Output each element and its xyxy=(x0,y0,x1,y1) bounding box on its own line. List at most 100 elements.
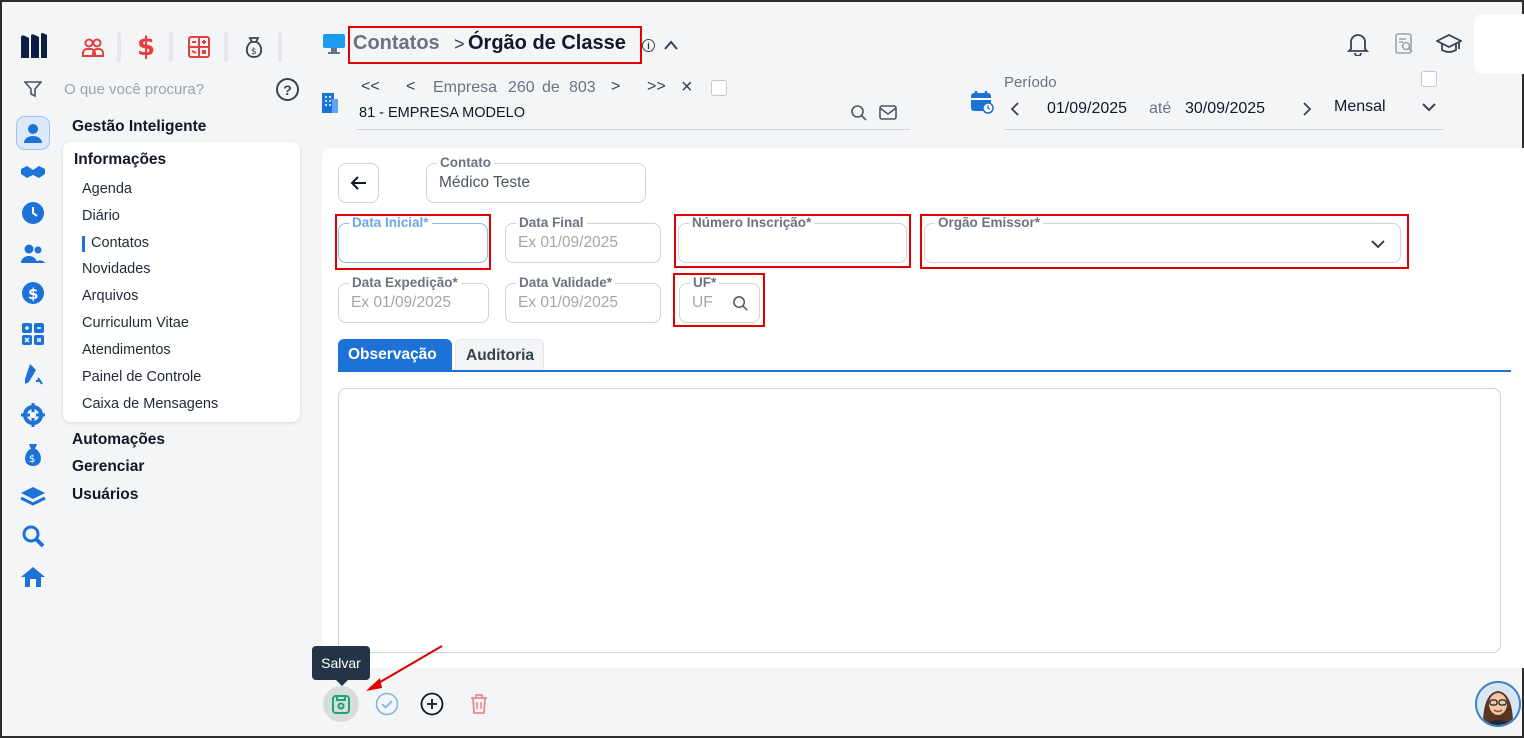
period-mode-select[interactable]: Mensal xyxy=(1334,98,1386,116)
nav-first-button[interactable]: << xyxy=(361,78,380,96)
company-underline xyxy=(357,129,910,130)
add-icon xyxy=(420,692,444,716)
chevron-up-icon[interactable] xyxy=(663,39,679,51)
help-icon[interactable]: ? xyxy=(276,78,299,101)
company-name[interactable]: 81 - EMPRESA MODELO xyxy=(359,105,525,121)
period-checkbox[interactable] xyxy=(1421,71,1437,87)
save-button[interactable] xyxy=(323,686,359,722)
clock-icon[interactable] xyxy=(20,200,46,226)
pen-icon[interactable] xyxy=(20,361,46,387)
nav-prev-button[interactable]: < xyxy=(406,78,415,96)
svg-text:$: $ xyxy=(251,47,257,57)
contato-input[interactable] xyxy=(439,174,633,192)
numero-inscricao-highlight xyxy=(674,214,911,268)
document-search-icon[interactable] xyxy=(1394,32,1416,56)
settings-gear-icon[interactable] xyxy=(20,402,46,428)
nav-total: 803 xyxy=(569,79,596,96)
back-button[interactable] xyxy=(338,163,379,203)
data-inicial-highlight xyxy=(335,214,491,270)
add-button[interactable] xyxy=(414,686,450,722)
nav-last-button[interactable]: >> xyxy=(647,78,666,96)
chevron-down-icon[interactable] xyxy=(1421,101,1437,113)
data-final-label: Data Final xyxy=(516,215,587,231)
page-title: Órgão de Classe xyxy=(468,32,626,54)
menu-item-contatos[interactable]: Contatos xyxy=(81,235,149,252)
magnifier-icon[interactable] xyxy=(20,523,46,549)
data-expedicao-input[interactable] xyxy=(351,294,476,312)
period-next-icon[interactable] xyxy=(1300,101,1314,117)
nav-next-button[interactable]: > xyxy=(611,78,620,96)
tab-auditoria[interactable]: Auditoria xyxy=(455,339,544,371)
period-start-date[interactable]: 01/09/2025 xyxy=(1047,100,1127,118)
nav-empresa-label: Empresa xyxy=(433,79,498,96)
search-input[interactable] xyxy=(64,78,264,100)
search-icon[interactable] xyxy=(850,104,868,122)
module-separator xyxy=(169,32,173,62)
contato-label: Contato xyxy=(437,155,494,171)
money-bag-icon[interactable]: $ xyxy=(20,442,46,468)
data-final-input[interactable] xyxy=(518,234,648,252)
info-icon[interactable]: i xyxy=(642,39,655,52)
uf-highlight xyxy=(673,273,765,327)
nav-current-index[interactable]: 260 xyxy=(508,79,535,97)
calculator-icon[interactable] xyxy=(20,321,46,347)
menu-section-automacoes[interactable]: Automações xyxy=(72,431,165,449)
menu-section-usuarios[interactable]: Usuários xyxy=(72,486,138,504)
company-checkbox[interactable] xyxy=(711,80,727,96)
menu-section-gerenciar[interactable]: Gerenciar xyxy=(72,458,144,476)
contato-field[interactable]: Contato xyxy=(426,155,646,203)
layers-icon[interactable] xyxy=(20,483,46,509)
menu-item-caixa-mensagens[interactable]: Caixa de Mensagens xyxy=(82,396,218,412)
graduation-cap-icon[interactable] xyxy=(1436,33,1462,55)
assistant-avatar[interactable] xyxy=(1475,681,1521,727)
period-until-label: até xyxy=(1149,100,1172,117)
delete-button[interactable] xyxy=(461,686,497,722)
contacts-card-icon[interactable] xyxy=(20,120,46,146)
save-icon xyxy=(332,695,350,714)
confirm-button[interactable] xyxy=(369,686,405,722)
period-prev-icon[interactable] xyxy=(1008,101,1022,117)
users-icon[interactable] xyxy=(20,241,46,267)
calculator-icon[interactable] xyxy=(184,32,214,62)
menu-item-curriculum[interactable]: Curriculum Vitae xyxy=(82,315,189,331)
data-expedicao-label: Data Expedição* xyxy=(349,275,461,291)
menu-item-novidades[interactable]: Novidades xyxy=(82,261,151,277)
dollar-icon[interactable]: $ xyxy=(131,32,161,62)
menu-item-atendimentos[interactable]: Atendimentos xyxy=(82,342,171,358)
menu-card-title[interactable]: Informações xyxy=(74,151,166,169)
home-icon[interactable] xyxy=(20,564,46,590)
check-icon xyxy=(375,692,399,716)
monitor-icon xyxy=(323,34,345,54)
handshake-icon[interactable] xyxy=(20,160,46,186)
data-validade-input[interactable] xyxy=(518,294,648,312)
module-separator xyxy=(224,32,228,62)
data-expedicao-field[interactable]: Data Expedição* xyxy=(338,275,489,323)
data-validade-field[interactable]: Data Validade* xyxy=(505,275,661,323)
people-icon[interactable] xyxy=(78,32,108,62)
mail-icon[interactable] xyxy=(879,105,897,120)
assistant-portrait-icon xyxy=(1477,683,1519,725)
breadcrumb-separator: > xyxy=(454,34,465,54)
bell-icon[interactable] xyxy=(1347,32,1369,56)
filter-icon[interactable] xyxy=(24,80,42,98)
menu-item-diario[interactable]: Diário xyxy=(82,208,120,224)
period-label: Período xyxy=(1004,74,1057,91)
data-final-field[interactable]: Data Final xyxy=(505,215,661,263)
data-validade-label: Data Validade* xyxy=(516,275,616,291)
observacao-textarea[interactable] xyxy=(338,388,1501,653)
trash-icon xyxy=(471,694,487,714)
dollar-circle-icon[interactable]: $ xyxy=(20,280,46,306)
money-bag-icon[interactable]: $ xyxy=(239,32,269,62)
menu-item-arquivos[interactable]: Arquivos xyxy=(82,288,138,304)
app-logo[interactable] xyxy=(19,32,49,60)
breadcrumb-contatos[interactable]: Contatos xyxy=(353,32,440,55)
nav-close-button[interactable]: × xyxy=(681,76,693,99)
menu-item-agenda[interactable]: Agenda xyxy=(82,181,132,197)
menu-section-gestao[interactable]: Gestão Inteligente xyxy=(72,118,206,136)
period-underline xyxy=(1004,129,1444,130)
menu-item-painel[interactable]: Painel de Controle xyxy=(82,369,201,385)
top-right-card xyxy=(1474,14,1524,74)
tab-observacao[interactable]: Observação xyxy=(338,339,452,371)
nav-of-label: de xyxy=(542,79,560,96)
period-end-date[interactable]: 30/09/2025 xyxy=(1185,100,1265,118)
